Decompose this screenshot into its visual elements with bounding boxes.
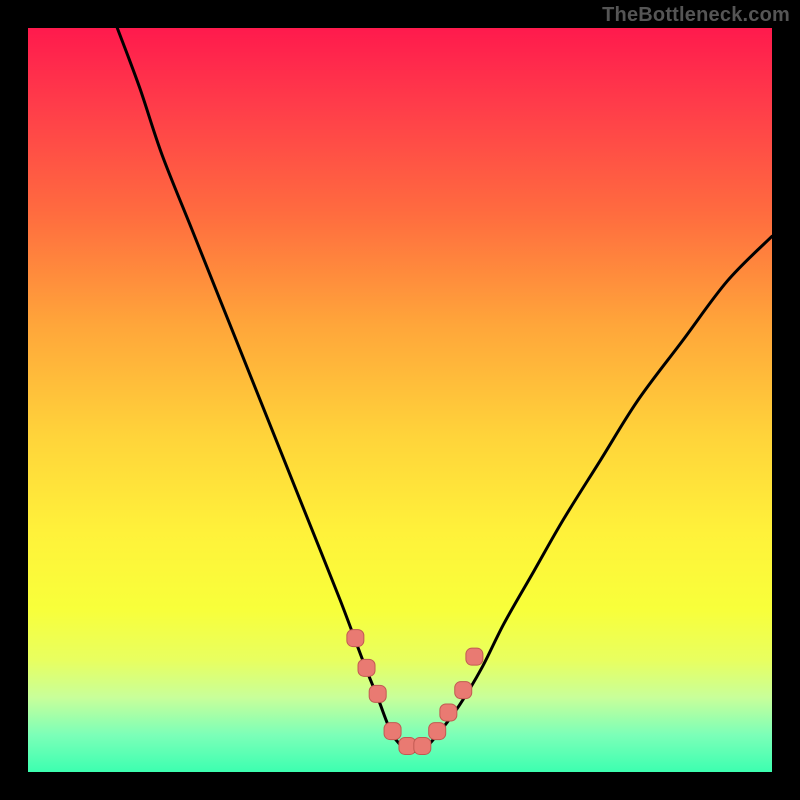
curve-marker xyxy=(347,630,364,647)
curve-marker xyxy=(369,685,386,702)
watermark-text: TheBottleneck.com xyxy=(602,4,790,27)
curve-markers xyxy=(347,630,483,755)
curve-marker xyxy=(466,648,483,665)
curve-layer xyxy=(28,28,772,772)
plot-area xyxy=(28,28,772,772)
curve-marker xyxy=(414,737,431,754)
curve-marker xyxy=(429,723,446,740)
curve-marker xyxy=(358,659,375,676)
curve-marker xyxy=(384,723,401,740)
bottleneck-curve xyxy=(117,28,772,752)
curve-marker xyxy=(455,682,472,699)
chart-frame: TheBottleneck.com xyxy=(0,0,800,800)
curve-marker xyxy=(440,704,457,721)
